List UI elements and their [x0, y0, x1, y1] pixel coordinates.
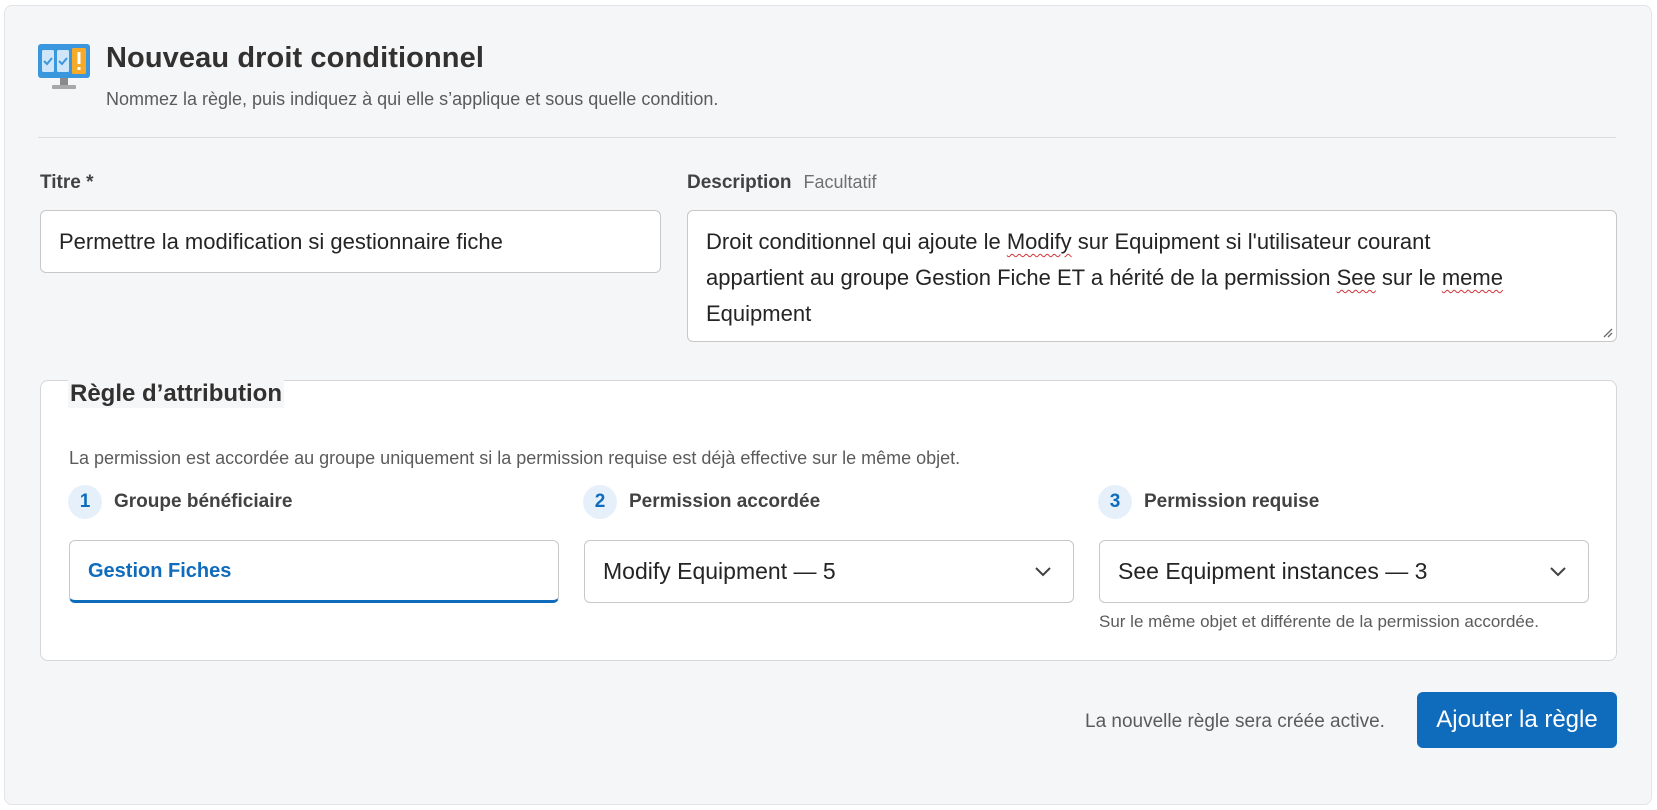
- title-label: Titre *: [40, 172, 94, 193]
- description-text: Droit conditionnel qui ajoute le: [706, 229, 1007, 254]
- title-input[interactable]: Permettre la modification si gestionnair…: [40, 210, 661, 273]
- step-label: Permission accordée: [629, 491, 821, 512]
- granted-permission-value: Modify Equipment — 5: [603, 558, 836, 584]
- add-rule-button[interactable]: Ajouter la règle: [1417, 692, 1617, 748]
- description-optional-hint: Facultatif: [803, 172, 877, 192]
- beneficiary-group-input[interactable]: Gestion Fiches: [69, 540, 559, 603]
- description-text: sur le: [1375, 265, 1442, 290]
- step-label: Groupe bénéficiaire: [114, 491, 293, 512]
- description-text: appartient au groupe Gestion Fiche ET a …: [706, 265, 1337, 290]
- step-3: 3 Permission requise: [1098, 485, 1319, 519]
- chevron-down-icon: [1550, 567, 1566, 577]
- spellcheck-word: Modify: [1006, 229, 1072, 254]
- required-permission-note: Sur le même objet et différente de la pe…: [1099, 612, 1540, 631]
- required-permission-select[interactable]: See Equipment instances — 3: [1099, 540, 1589, 603]
- description-text: Equipment: [706, 301, 812, 326]
- description-text: sur Equipment si l'utilisateur courant: [1071, 229, 1431, 254]
- step-number: 1: [68, 485, 102, 519]
- page-title: Nouveau droit conditionnel: [106, 42, 484, 74]
- spellcheck-word: See: [1336, 265, 1376, 290]
- step-number: 3: [1098, 485, 1132, 519]
- step-number: 2: [583, 485, 617, 519]
- chevron-down-icon: [1035, 567, 1051, 577]
- step-2: 2 Permission accordée: [583, 485, 820, 519]
- resize-grip-icon[interactable]: [1601, 326, 1613, 338]
- spellcheck-word: meme: [1441, 265, 1503, 290]
- description-label: Description: [687, 172, 792, 193]
- header: Nouveau droit conditionnel Nommez la règ…: [36, 38, 718, 110]
- description-textarea[interactable]: Droit conditionnel qui ajoute le Modify …: [687, 210, 1617, 342]
- granted-permission-select[interactable]: Modify Equipment — 5: [584, 540, 1074, 603]
- step-label: Permission requise: [1144, 491, 1320, 512]
- required-permission-value: See Equipment instances — 3: [1118, 558, 1428, 584]
- footer-note: La nouvelle règle sera créée active.: [1085, 711, 1385, 732]
- header-divider: [38, 137, 1616, 138]
- description-label-row: Description Facultatif: [687, 172, 877, 194]
- monitor-checklist-warning-icon: [36, 38, 92, 94]
- rule-legend: Règle d’attribution: [68, 380, 284, 408]
- page-subtitle: Nommez la règle, puis indiquez à qui ell…: [106, 89, 719, 109]
- rule-description: La permission est accordée au groupe uni…: [69, 448, 961, 468]
- step-1: 1 Groupe bénéficiaire: [68, 485, 292, 519]
